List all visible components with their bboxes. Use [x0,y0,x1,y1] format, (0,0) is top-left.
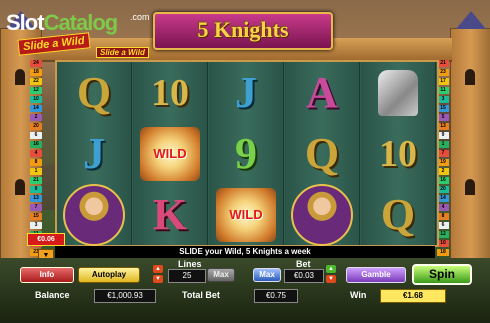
reel-cell: Q [285,123,359,184]
balance-label: Balance [35,290,70,300]
line-win-indicator: €0.06 [27,233,65,246]
gauntlet-icon [378,69,418,116]
reel-column: J 9 WILD [209,62,284,245]
reel-cell: Q [57,62,131,123]
reel-cell: J [209,62,283,123]
payline-marker: 1 [30,168,42,175]
info-button[interactable]: Info [20,267,74,283]
card-symbol: A [306,67,338,117]
win-value: €1.68 [380,289,446,303]
payline-marker: 22 [30,78,42,85]
slide-a-wild-small-badge: Slide a Wild [96,47,149,58]
logo-text: SlotCatalog [6,10,119,36]
payline-marker: 14 [30,105,42,112]
reel-column: AQ [285,62,360,246]
max-lines-button[interactable]: Max [207,268,235,282]
tower-window [15,69,25,85]
card-symbol: 10 [151,71,189,114]
knight-portrait-icon [63,183,125,246]
reel-cell: WILD [209,184,283,245]
payline-marker: 24 [30,60,42,67]
total-bet-value: €0.75 [254,289,298,303]
payline-marker: 6 [30,132,42,139]
castle-tower-right [450,11,490,266]
lines-value: 25 [168,269,206,283]
payline-marker: 21 [30,177,42,184]
payline-marker: 3 [30,222,42,229]
payline-marker: 20 [30,123,42,130]
game-title-banner: 5 Knights [153,12,333,50]
card-symbol: Q [304,128,340,178]
wild-label: WILD [153,146,187,161]
reel-cell: A [285,62,359,123]
card-symbol: J [235,67,257,117]
lines-decrease-button[interactable]: ▲ [153,265,163,273]
payline-marker: 13 [30,195,42,202]
wild-symbol: WILD [140,126,200,181]
wild-symbol: WILD [216,187,276,242]
payline-marker: 15 [30,213,42,220]
card-symbol: 10 [379,132,417,175]
logo-suffix: .com [130,12,150,22]
reel-cell: J [57,123,131,184]
reel-cell: 10 [133,62,207,123]
tower-window [465,179,475,195]
payline-marker: 10 [30,96,42,103]
payline-marker: 12 [30,87,42,94]
payline-marker: 2 [30,114,42,121]
reel-cell [361,62,435,123]
tower-window [15,179,25,195]
max-bet-button[interactable]: Max [253,268,281,282]
tower-window [465,69,475,85]
bet-value: €0.03 [284,269,324,283]
control-panel: Info Autoplay ▲ ▼ Lines 25 Max Max Bet €… [0,258,490,323]
payline-marker: 4 [30,150,42,157]
reel-column: QJ [57,62,132,246]
gamble-button[interactable]: Gamble [346,267,406,283]
card-symbol: Q [76,67,112,117]
game-title: 5 Knights [197,17,289,42]
payline-marker: 7 [30,204,42,211]
lines-increase-button[interactable]: ▼ [153,275,163,283]
reel-cell: 9 [209,123,283,184]
reel-cell: K [133,184,207,245]
wild-label: WILD [229,207,263,222]
reel-column: 10 Q [361,62,436,245]
reel-cell: Q [361,184,435,245]
card-symbol: J [83,128,105,178]
reel-grid: Q J 10 WILD K J 9 WILD A Q 10 Q [55,60,439,247]
bet-label: Bet [296,259,311,269]
reel-cell: WILD [133,123,207,184]
logo-brand-a: Slot [6,10,45,35]
payline-marker: 18 [30,69,42,76]
knight-portrait-icon [291,183,353,246]
reel-cell [285,183,359,246]
reel-cell [57,183,131,246]
card-symbol: 9 [235,128,257,178]
autoplay-button[interactable]: Autoplay [78,267,140,283]
payline-marker: 16 [30,141,42,148]
win-label: Win [350,290,367,300]
payline-marker: 18 [437,249,449,256]
payline-marker: 9 [30,186,42,193]
total-bet-label: Total Bet [182,290,220,300]
message-bar: SLIDE your Wild, 5 Knights a week [55,246,435,258]
lines-label: Lines [178,259,202,269]
bet-decrease-button[interactable]: ▼ [326,275,336,283]
bet-increase-button[interactable]: ▲ [326,265,336,273]
reel-column: 10 WILD K [133,62,208,245]
card-symbol: Q [380,189,416,239]
card-symbol: K [152,189,188,239]
balance-value: €1,000.93 [94,289,156,303]
logo-brand-b: Catalog [43,10,119,35]
tower-roof-right [456,11,486,29]
spin-button[interactable]: Spin [412,264,472,285]
reel-cell: 10 [361,123,435,184]
payline-marker: 8 [30,159,42,166]
